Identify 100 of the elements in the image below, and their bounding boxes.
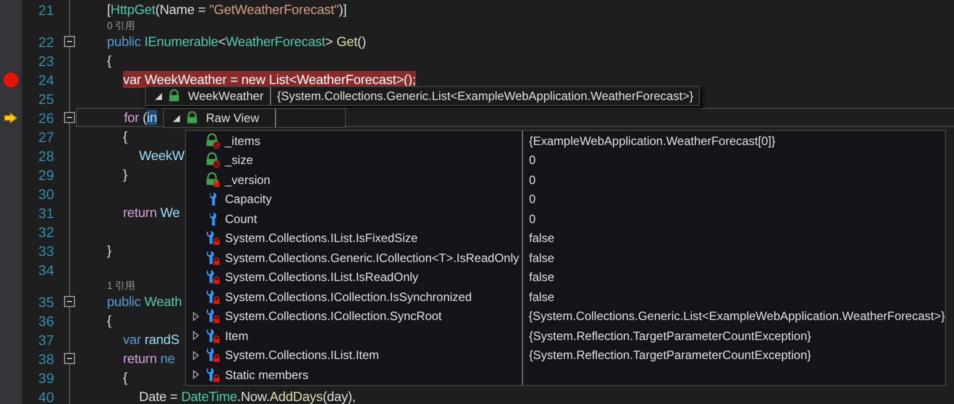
code-token: (: [142, 110, 147, 125]
code-token: return: [123, 351, 158, 366]
member-value: {ExampleWebApplication.WeatherForecast[0]}: [529, 134, 776, 148]
line-number: 25: [37, 90, 54, 106]
wrench-lock-icon: [205, 347, 221, 364]
line-number: 40: [37, 388, 54, 404]
wrench-icon: [210, 192, 216, 206]
code-token: public: [107, 34, 142, 49]
code-token: AddDays: [270, 389, 323, 404]
member-value: 0: [529, 192, 536, 206]
padlock-icon: [186, 111, 200, 125]
line-number: 28: [37, 148, 54, 164]
line-number: 23: [37, 52, 54, 68]
code-token: .Now.: [237, 389, 270, 404]
code-token: [: [107, 2, 111, 17]
code-token: {: [123, 129, 128, 144]
code-token: We: [160, 205, 180, 220]
collapse-box-icon[interactable]: [64, 296, 74, 307]
code-token: >: [325, 34, 334, 49]
code-token: <: [218, 34, 226, 49]
code-token: {: [123, 370, 128, 385]
padlock-lock-icon: [205, 172, 221, 188]
expand-triangle-icon[interactable]: [193, 350, 199, 360]
expand-triangle-icon[interactable]: [193, 370, 199, 380]
member-value: {System.Reflection.TargetParameterCountException}: [529, 348, 812, 362]
wrench-lock-icon: [205, 308, 221, 324]
member-name: Item: [225, 328, 248, 343]
member-value: 0: [529, 172, 536, 187]
line-number: 35: [37, 294, 54, 310]
line-number: 27: [37, 128, 54, 144]
expand-triangle-icon[interactable]: [193, 331, 199, 340]
variable-value: {System.Collections.Generic.List<ExampleWebApplication.WeatherForecast>}: [277, 89, 694, 103]
variable-name: Raw View: [206, 111, 260, 125]
member-value: {System.Collections.Generic.List<ExampleWebApplication.WeatherForecast>}: [528, 309, 945, 324]
selected-code: in: [146, 110, 157, 125]
member-name: System.Collections.IList.IsFixedSize: [225, 231, 418, 246]
member-value: false: [529, 290, 554, 304]
reference-count[interactable]: 1 引用: [107, 278, 135, 292]
member-name: _items: [225, 134, 260, 148]
padlock-icon: [168, 89, 182, 103]
datatip-row[interactable]: WeekWeather {System.Collections.Generic.List<ExampleWebApplication.WeatherForecast>}: [145, 86, 700, 106]
line-number: 38: [37, 350, 54, 366]
code-token: {: [107, 53, 112, 68]
code-token: (Name =: [155, 2, 207, 17]
member-name: System.Collections.Generic.ICollection<T>.IsReadOnly: [225, 250, 520, 265]
code-token: Date =: [139, 389, 179, 404]
breakpoint-icon[interactable]: [3, 72, 19, 88]
code-token: return: [123, 205, 158, 220]
member-value: false: [529, 270, 554, 284]
line-number: 31: [37, 204, 54, 220]
member-name: _version: [225, 172, 270, 187]
wrench-icon: [210, 212, 216, 226]
padlock-target-icon: [205, 132, 221, 149]
member-value: 0: [529, 153, 536, 168]
member-name: System.Collections.IList.Item: [225, 348, 380, 362]
collapse-triangle-icon[interactable]: [155, 92, 162, 100]
member-value: false: [529, 250, 554, 265]
collapse-triangle-icon[interactable]: [173, 114, 180, 122]
code-token: for: [124, 110, 140, 125]
padlock-target-icon: [205, 152, 221, 168]
wrench-lock-icon: [205, 230, 221, 246]
member-name: System.Collections.IList.IsReadOnly: [225, 270, 418, 284]
code-token: var: [123, 332, 142, 347]
wrench-lock-icon: [205, 366, 221, 383]
code-token: Get: [336, 34, 358, 49]
reference-count[interactable]: 0 引用: [107, 18, 135, 32]
wrench-lock-icon: [205, 288, 221, 305]
datatip-row[interactable]: Raw View: [163, 108, 346, 128]
collapse-box-icon[interactable]: [64, 36, 74, 47]
code-token: }: [107, 243, 112, 258]
line-number: 33: [37, 242, 54, 258]
line-number: 26: [37, 110, 54, 126]
collapse-box-icon[interactable]: [64, 112, 74, 123]
wrench-lock-icon: [205, 269, 221, 286]
wrench-lock-icon: [205, 250, 221, 266]
line-number: 37: [37, 332, 54, 348]
code-token: "GetWeatherForecast": [209, 2, 339, 17]
code-token: ne: [160, 351, 175, 366]
code-token: randS: [144, 332, 180, 347]
code-token: IEnumerable: [144, 34, 218, 49]
code-token: )]: [338, 2, 347, 17]
collapse-box-icon[interactable]: [64, 353, 74, 364]
member-name: System.Collections.ICollection.SyncRoot: [225, 309, 442, 324]
code-token: (day),: [322, 389, 356, 404]
member-value: {System.Reflection.TargetParameterCountException}: [529, 328, 812, 343]
member-value: 0: [529, 212, 536, 226]
variable-name: WeekWeather: [188, 89, 264, 103]
line-number: 36: [37, 312, 54, 328]
code-token: }: [123, 167, 128, 182]
code-token: WeatherForecast: [226, 34, 326, 49]
member-name: System.Collections.ICollection.IsSynchronized: [225, 290, 472, 304]
member-name: _size: [225, 153, 254, 168]
wrench-lock-icon: [205, 328, 221, 344]
code-token: {: [107, 313, 112, 328]
line-number: 29: [37, 166, 54, 182]
expand-triangle-icon[interactable]: [193, 312, 199, 321]
code-token: public: [107, 294, 142, 309]
line-number: 24: [37, 72, 54, 88]
code-token: (): [357, 34, 366, 49]
line-number: 34: [37, 262, 54, 278]
